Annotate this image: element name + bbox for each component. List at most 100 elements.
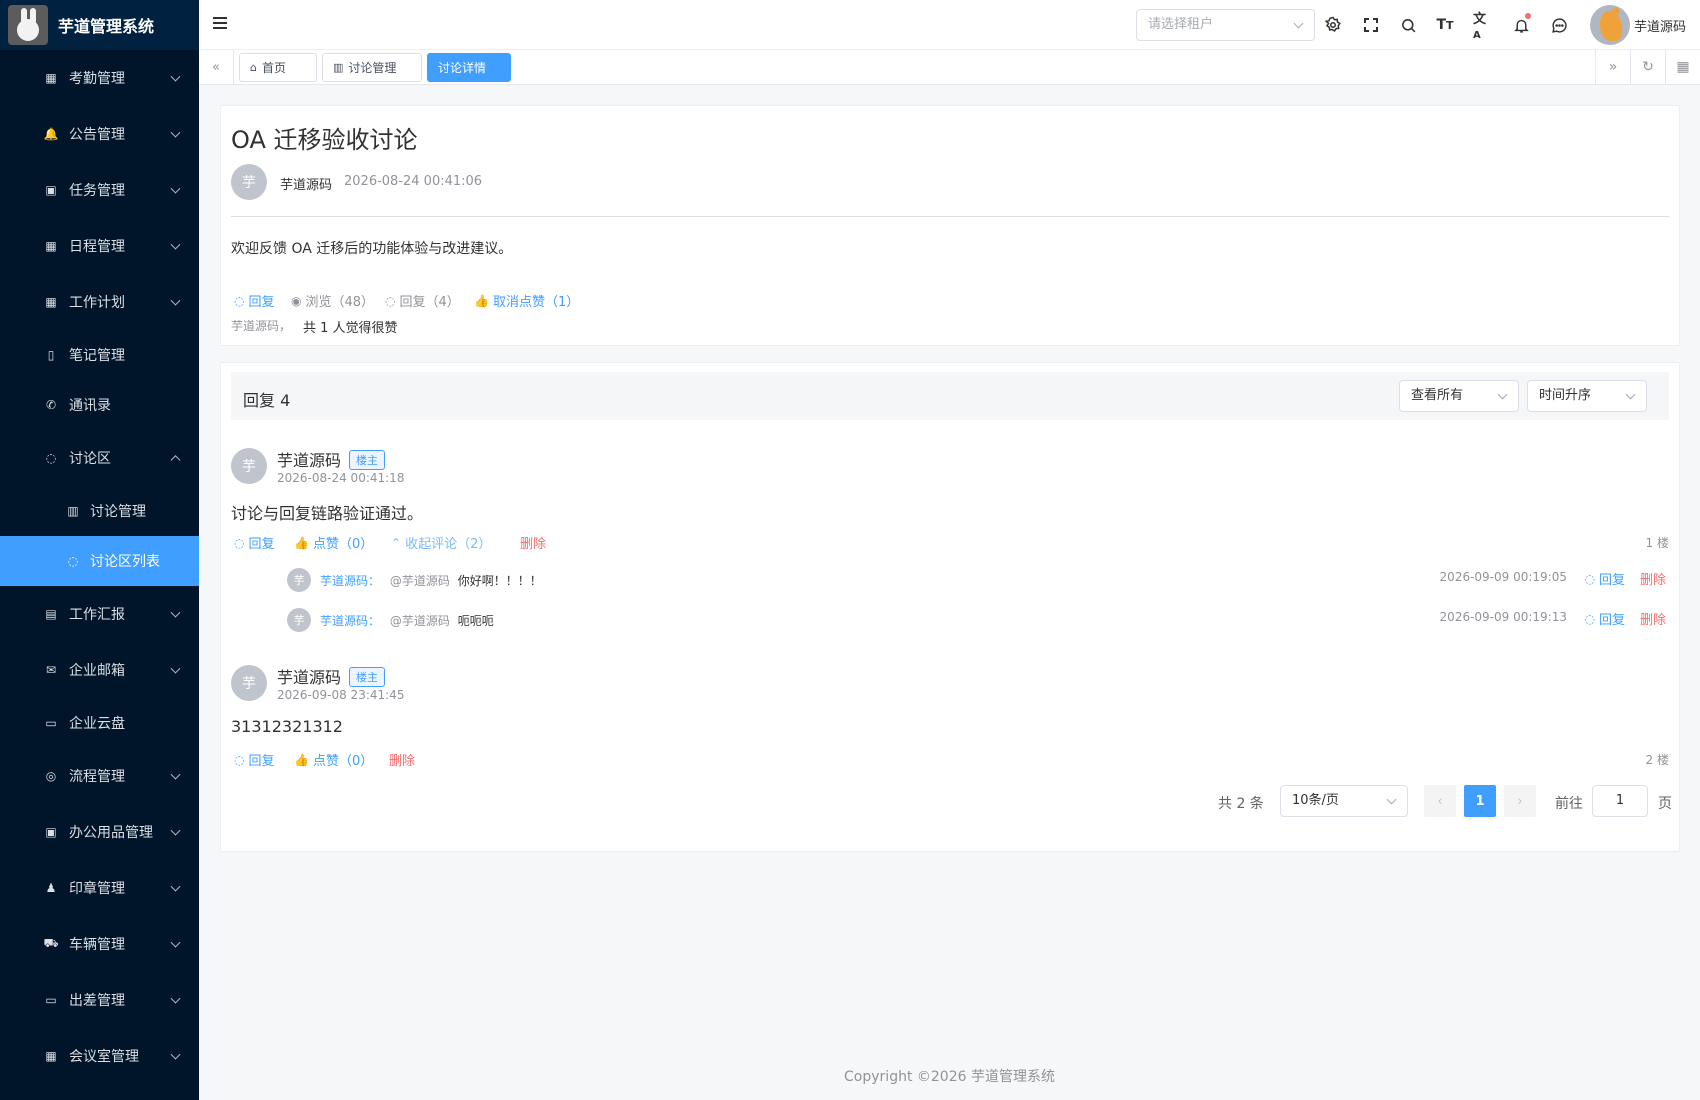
sidebar-item[interactable]: ⛟ 车辆管理	[0, 916, 199, 972]
books-icon: ▥	[67, 504, 79, 518]
chevron-down-icon	[170, 1049, 181, 1060]
comment-icon: ◌	[385, 293, 396, 308]
message-icon[interactable]	[1549, 15, 1569, 35]
sidebar-item[interactable]: ▣ 任务管理	[0, 162, 199, 218]
sidebar-item[interactable]: 🔔 公告管理	[0, 106, 199, 162]
sidebar-item-label: 公告管理	[69, 127, 125, 143]
calendar-icon: ▦	[45, 71, 57, 85]
reply-content: 讨论与回复链路验证通过。	[231, 504, 424, 523]
sidebar-item[interactable]: ◎ 流程管理	[0, 748, 199, 804]
chevron-down-icon	[170, 71, 181, 82]
sidebar-item[interactable]: ▣ 办公用品管理	[0, 804, 199, 860]
collapse-comments-button[interactable]: ⌃ 收起评论（2）	[391, 533, 491, 553]
sidebar-item[interactable]: ✉ 企业邮箱	[0, 642, 199, 698]
sidebar-item[interactable]: ▦ 工作计划	[0, 274, 199, 330]
comment-delete-button[interactable]: 删除	[1640, 569, 1666, 588]
reply-filter-select[interactable]: 查看所有	[1399, 380, 1519, 412]
post-content: 欢迎反馈 OA 迁移后的功能体验与改进建议。	[231, 241, 513, 257]
notification-dot	[1525, 13, 1531, 19]
bell-icon[interactable]	[1511, 13, 1531, 35]
user-avatar[interactable]	[1590, 5, 1630, 45]
sidebar-item[interactable]: ♟ 印章管理	[0, 860, 199, 916]
comment-reply-button[interactable]: ◌ 回复	[1585, 609, 1626, 629]
reply-sort-select[interactable]: 时间升序	[1527, 380, 1647, 412]
chevron-down-icon	[1625, 389, 1636, 400]
translate-icon[interactable]: 文A	[1473, 12, 1493, 41]
settings-gear-icon[interactable]	[1323, 15, 1343, 35]
sidebar-item-label: 笔记管理	[69, 348, 125, 364]
page-number-button[interactable]: 1	[1464, 785, 1496, 817]
refresh-icon[interactable]: ↻	[1630, 50, 1665, 84]
chat-icon: ◌	[67, 554, 79, 568]
pagination-total: 共 2 条	[1218, 796, 1264, 812]
sidebar-item-label: 讨论区列表	[90, 554, 160, 570]
sidebar-item[interactable]: ▥ 讨论管理	[0, 486, 199, 536]
floor-label: 1 楼	[1645, 536, 1669, 550]
comment-mention: @芋道源码	[389, 614, 450, 628]
comment-reply-button[interactable]: ◌ 回复	[1585, 569, 1626, 589]
comment-delete-button[interactable]: 删除	[1640, 609, 1666, 628]
tags-view-bar: « ⌂ 首页 ▥ 讨论管理 讨论详情 » ↻ ▦	[199, 50, 1700, 85]
sidebar-item[interactable]: ▦ 日程管理	[0, 218, 199, 274]
box-icon: ▣	[45, 825, 57, 839]
post-reply-button[interactable]: ◌ 回复	[234, 291, 275, 311]
grid-menu-icon[interactable]: ▦	[1665, 50, 1700, 84]
page-size-select[interactable]: 10条/页	[1280, 785, 1408, 817]
sidebar-item[interactable]: ◌ 讨论区	[0, 430, 199, 486]
chevron-down-icon	[170, 993, 181, 1004]
like-button[interactable]: 👍 点赞（0）	[294, 533, 373, 553]
reply-button[interactable]: ◌ 回复	[234, 533, 275, 553]
tenant-select-placeholder: 请选择租户	[1148, 17, 1214, 32]
comment-avatar: 芋	[287, 568, 311, 592]
goto-page-input[interactable]: 1	[1592, 785, 1648, 817]
user-name[interactable]: 芋道源码	[1634, 16, 1686, 35]
sidebar-item[interactable]: ▯ 笔记管理	[0, 330, 199, 380]
chevron-down-icon	[170, 825, 181, 836]
sidebar-item-label: 工作计划	[69, 295, 125, 311]
sidebar-item-label: 办公用品管理	[69, 825, 153, 841]
scroll-left-icon[interactable]: «	[199, 50, 234, 84]
sidebar-item[interactable]: ✆ 通讯录	[0, 380, 199, 430]
chevron-down-icon	[170, 769, 181, 780]
sidebar-item-label: 出差管理	[69, 993, 125, 1009]
goto-label: 前往	[1555, 796, 1583, 812]
app-logo-area[interactable]: 芋道管理系统	[0, 0, 199, 50]
next-page-button[interactable]: ›	[1504, 785, 1536, 817]
bell-icon: 🔔	[43, 127, 59, 141]
font-size-icon[interactable]: TT	[1435, 15, 1455, 35]
tag-discussion-detail[interactable]: 讨论详情	[427, 53, 511, 82]
report-icon: ▤	[45, 607, 57, 621]
chevron-down-icon	[170, 183, 181, 194]
delete-button[interactable]: 删除	[520, 533, 546, 552]
tenant-select[interactable]: 请选择租户	[1136, 9, 1315, 41]
scroll-right-icon[interactable]: »	[1595, 50, 1630, 84]
tag-discussion-manage[interactable]: ▥ 讨论管理	[322, 53, 422, 82]
thumbs-up-icon: 👍	[294, 535, 309, 550]
sidebar-item-label: 车辆管理	[69, 937, 125, 953]
divider	[231, 216, 1669, 217]
chevron-down-icon	[170, 239, 181, 250]
post-card: OA 迁移验收讨论 芋 芋道源码 2026-08-24 00:41:06 欢迎反…	[220, 105, 1680, 346]
replies-header: 回复 4 查看所有 时间升序	[231, 372, 1669, 420]
chevron-down-icon	[1386, 794, 1397, 805]
sidebar-item[interactable]: ▤ 工作汇报	[0, 586, 199, 642]
like-button[interactable]: 👍 点赞（0）	[294, 750, 373, 770]
sidebar-menu: ▦ 考勤管理 🔔 公告管理 ▣ 任务管理 ▦ 日程管理 ▦ 工作计划 ▯ 笔记管理 ✆ 通讯录 ◌ 讨论区 ▥ 讨…	[0, 50, 199, 1084]
sidebar-item[interactable]: ▦ 考勤管理	[0, 50, 199, 106]
sidebar-item[interactable]: ◌ 讨论区列表	[0, 536, 199, 586]
sidebar-item[interactable]: ▦ 会议室管理	[0, 1028, 199, 1084]
chevron-up-icon: ⌃	[391, 535, 402, 550]
search-icon[interactable]	[1398, 15, 1418, 35]
sidebar-item[interactable]: ▭ 企业云盘	[0, 698, 199, 748]
prev-page-button[interactable]: ‹	[1424, 785, 1456, 817]
comment-author[interactable]: 芋道源码：	[320, 574, 380, 588]
reply-button[interactable]: ◌ 回复	[234, 750, 275, 770]
fullscreen-icon[interactable]	[1361, 15, 1381, 35]
unlike-button[interactable]: 👍 取消点赞（1）	[474, 291, 579, 311]
comment-author[interactable]: 芋道源码：	[320, 614, 380, 628]
delete-button[interactable]: 删除	[389, 750, 415, 769]
sidebar-item[interactable]: ▭ 出差管理	[0, 972, 199, 1028]
tag-home[interactable]: ⌂ 首页	[239, 53, 317, 82]
reply-time: 2026-08-24 00:41:18	[277, 471, 405, 485]
hamburger-icon[interactable]	[213, 17, 227, 29]
